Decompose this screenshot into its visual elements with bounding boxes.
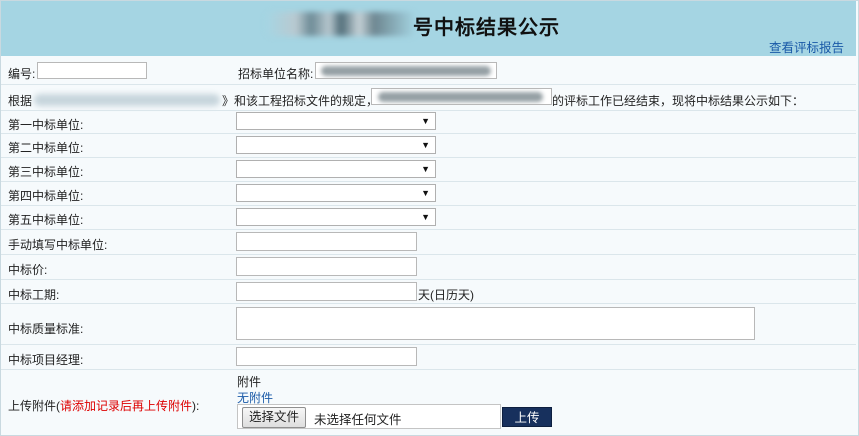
file-input[interactable]: 选择文件 未选择任何文件 [237,404,501,429]
tender-unit-input[interactable] [315,62,497,79]
winner-5-label: 第五中标单位: [8,213,84,227]
intro-mid: 》和该工程招标文件的规定， [222,94,379,108]
winner-3-label: 第三中标单位: [8,165,84,179]
intro-prefix: 根据 [8,94,33,108]
winner-5-select[interactable]: ▼ [236,208,436,226]
winner-1-select[interactable]: ▼ [236,112,436,130]
price-input[interactable] [236,257,417,276]
number-input[interactable] [37,62,147,79]
divider [1,181,856,182]
divider [1,110,856,111]
intro-suffix: 的评标工作已经结束，现将中标结果公示如下： [552,94,805,108]
view-report-link[interactable]: 查看评标报告 [769,37,844,56]
period-label: 中标工期: [8,288,60,302]
divider [1,133,856,134]
divider [1,279,856,280]
winner-2-select[interactable]: ▼ [236,136,436,154]
period-unit: 天(日历天) [418,288,474,302]
divider [1,254,856,255]
manual-winner-label: 手动填写中标单位: [8,238,108,252]
divider [1,157,856,158]
manager-input[interactable] [236,347,417,366]
redacted-title-prefix [266,12,416,36]
period-input[interactable] [236,282,417,301]
manual-winner-input[interactable] [236,232,417,251]
price-label: 中标价: [8,263,48,277]
redacted-regulation [34,94,220,106]
dropdown-arrow-icon: ▼ [421,116,430,126]
dropdown-arrow-icon: ▼ [421,140,430,150]
attachment-heading: 附件 [237,375,262,389]
choose-file-button[interactable]: 选择文件 [242,407,307,428]
winner-1-label: 第一中标单位: [8,118,84,132]
tender-unit-label: 招标单位名称: [238,67,314,81]
quality-textarea[interactable] [236,307,755,340]
divider [1,205,856,206]
upload-button[interactable]: 上传 [502,407,552,427]
winner-4-label: 第四中标单位: [8,189,84,203]
project-name-input[interactable] [371,88,552,105]
quality-label: 中标质量标准: [8,322,84,336]
manager-label: 中标项目经理: [8,353,84,367]
divider [1,344,856,345]
divider [1,369,856,370]
dropdown-arrow-icon: ▼ [421,212,430,222]
upload-note: 请添加记录后再上传附件 [60,399,193,413]
page-title: 号中标结果公示 [413,17,560,39]
upload-label: 上传附件(请添加记录后再上传附件): [8,399,200,413]
divider [1,229,856,230]
dropdown-arrow-icon: ▼ [421,188,430,198]
divider [1,84,856,85]
winner-2-label: 第二中标单位: [8,141,84,155]
dropdown-arrow-icon: ▼ [421,164,430,174]
page-header: 号中标结果公示 查看评标报告 [1,1,856,56]
number-label: 编号: [8,67,36,81]
winner-4-select[interactable]: ▼ [236,184,436,202]
no-file-text: 未选择任何文件 [314,413,402,427]
winner-3-select[interactable]: ▼ [236,160,436,178]
divider [1,303,856,304]
